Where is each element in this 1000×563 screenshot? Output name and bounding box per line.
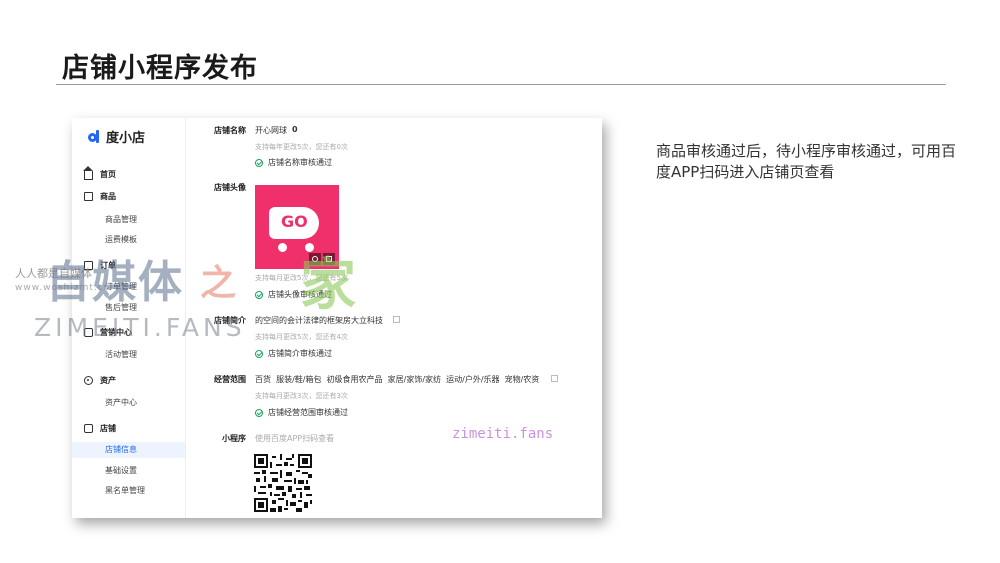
- sidebar: 度小店 首页 商品 商品管理 运费模板 订单 订单管理 售后管理 营销中心 活动…: [72, 118, 186, 518]
- zoom-icon[interactable]: [309, 253, 321, 265]
- store-info-form: 店铺名称 开心网球 0 支持每年更改5次，您还有0次 店铺名称审核通过 店铺头像…: [196, 118, 596, 518]
- store-admin-screenshot: 度小店 首页 商品 商品管理 运费模板 订单 订单管理 售后管理 营销中心 活动…: [72, 118, 602, 518]
- miniapp-qr-code: [254, 454, 312, 512]
- status-text: 店铺名称审核通过: [268, 158, 332, 167]
- logo-icon: [88, 129, 102, 144]
- marketing-icon: [84, 328, 93, 337]
- store-avatar-hint: 支持每月更改5次，您还有5次: [255, 274, 348, 282]
- sidebar-item-label: 店铺: [100, 424, 116, 433]
- app-logo[interactable]: 度小店: [88, 127, 145, 146]
- store-avatar-label: 店铺头像: [214, 183, 246, 192]
- store-name-status: 店铺名称审核通过: [255, 157, 332, 168]
- check-circle-icon: [255, 290, 263, 299]
- edit-icon[interactable]: [551, 375, 558, 382]
- store-avatar-status: 店铺头像审核通过: [255, 289, 332, 300]
- slide-title: 店铺小程序发布: [62, 53, 258, 84]
- goods-icon: [84, 192, 93, 201]
- sidebar-item-home[interactable]: 首页: [83, 166, 116, 180]
- business-scope-status: 店铺经营范围审核通过: [255, 407, 348, 418]
- edit-icon[interactable]: [393, 316, 400, 323]
- title-divider: [56, 84, 946, 85]
- sidebar-item-store-info[interactable]: 店铺信息: [72, 442, 185, 458]
- status-text: 店铺简介审核通过: [268, 349, 332, 358]
- sidebar-item-label: 首页: [100, 170, 116, 179]
- business-scope-value: 百货 服装/鞋/箱包 初级食用农产品 家居/家饰/家纺 运动/户外/乐器 宠物/…: [255, 375, 540, 384]
- store-intro-status: 店铺简介审核通过: [255, 348, 332, 359]
- sidebar-item-label: 商品: [100, 192, 116, 201]
- sidebar-item-store[interactable]: 店铺: [84, 423, 116, 434]
- order-icon: [84, 261, 93, 270]
- business-scope-label: 经营范围: [214, 375, 246, 384]
- store-intro-label: 店铺简介: [214, 316, 246, 325]
- business-scope-hint: 支持每月更改3次，您还有3次: [255, 392, 348, 400]
- store-intro-hint: 支持每月更改5次，您还有4次: [255, 333, 348, 341]
- sidebar-item-blacklist-manage[interactable]: 黑名单管理: [105, 485, 145, 496]
- sidebar-item-orders[interactable]: 订单: [84, 260, 116, 271]
- store-name-hint: 支持每年更改5次，您还有0次: [255, 143, 348, 151]
- store-name-value: 开心网球: [255, 126, 287, 135]
- sidebar-item-aftersale-manage[interactable]: 售后管理: [105, 302, 137, 313]
- cart-wheel: [278, 243, 287, 252]
- store-icon: [84, 424, 93, 433]
- sidebar-item-marketing[interactable]: 营销中心: [84, 327, 132, 338]
- status-text: 店铺经营范围审核通过: [268, 408, 348, 417]
- check-circle-icon: [255, 349, 263, 358]
- slide-note: 商品审核通过后，待小程序审核通过，可用百度APP扫码进入店铺页查看: [656, 142, 957, 181]
- sidebar-item-label: 订单: [100, 261, 116, 270]
- home-icon: [83, 166, 93, 180]
- status-text: 店铺头像审核通过: [268, 290, 332, 299]
- sidebar-item-assets-center[interactable]: 资产中心: [105, 397, 137, 408]
- upload-icon[interactable]: [323, 253, 335, 265]
- logo-text: 度小店: [106, 131, 146, 146]
- store-intro-value: 的空间的会计法律的框架房大立科技: [255, 316, 383, 325]
- sidebar-item-label: 资产: [100, 376, 116, 385]
- check-circle-icon: [255, 158, 263, 167]
- avatar-go-text: GO: [281, 212, 308, 231]
- sidebar-item-activity-manage[interactable]: 活动管理: [105, 349, 137, 360]
- sidebar-item-goods[interactable]: 商品: [84, 191, 116, 202]
- sidebar-item-order-manage[interactable]: 订单管理: [105, 281, 137, 292]
- miniapp-hint: 使用百度APP扫码查看: [255, 434, 335, 443]
- store-name-label: 店铺名称: [214, 126, 246, 135]
- sidebar-item-label: 营销中心: [100, 328, 132, 337]
- sidebar-item-assets[interactable]: 资产: [84, 375, 116, 386]
- cart-wheel: [305, 243, 314, 252]
- check-circle-icon: [255, 408, 263, 417]
- store-name-count: 0: [292, 125, 298, 134]
- store-avatar-image[interactable]: GO: [255, 185, 339, 269]
- miniapp-label: 小程序: [222, 434, 246, 443]
- sidebar-item-freight-template[interactable]: 运费模板: [105, 234, 137, 245]
- assets-icon: [84, 376, 93, 385]
- sidebar-item-goods-manage[interactable]: 商品管理: [105, 214, 137, 225]
- sidebar-item-basic-settings[interactable]: 基础设置: [105, 465, 137, 476]
- avatar-tools: [307, 253, 335, 265]
